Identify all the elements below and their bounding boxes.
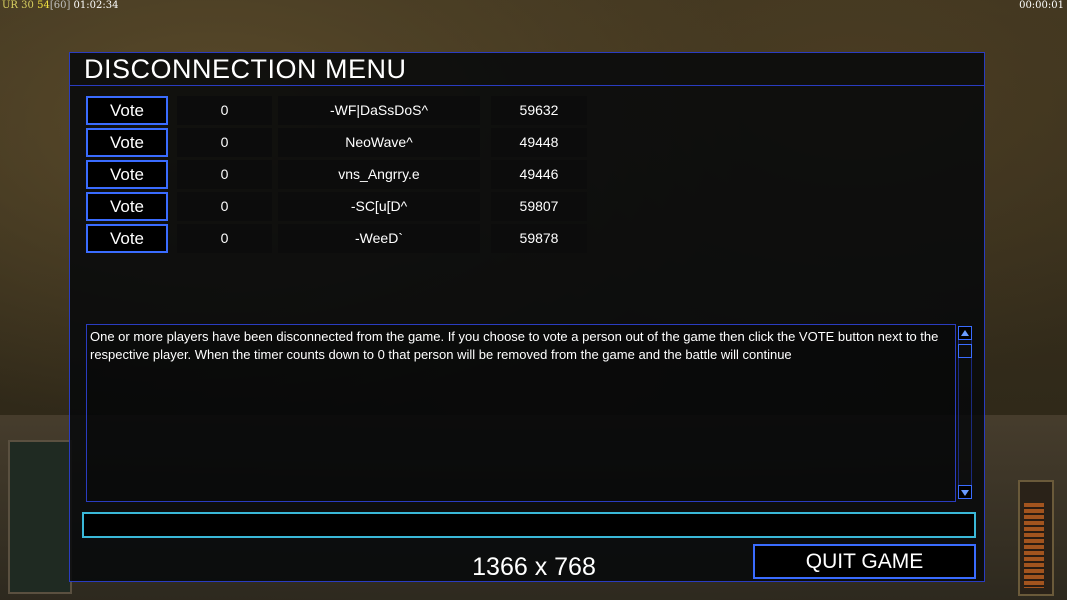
stat-value-b: 54 (37, 0, 50, 11)
vote-count: 0 (177, 128, 272, 157)
player-name: NeoWave^ (278, 128, 480, 157)
player-timer: 59878 (491, 224, 587, 253)
ur-label: UR (2, 0, 18, 11)
scroll-down-arrow-icon[interactable] (958, 485, 972, 499)
stat-value-a: 30 (21, 0, 34, 11)
quit-game-button[interactable]: QUIT GAME (753, 544, 976, 579)
vote-button[interactable]: Vote (86, 128, 168, 157)
game-hud-left-panel (8, 440, 72, 594)
player-row: Vote 0 -SC[u[D^ 59807 (70, 192, 670, 221)
vote-button[interactable]: Vote (86, 160, 168, 189)
disconnect-message: One or more players have been disconnect… (90, 329, 939, 362)
vote-button[interactable]: Vote (86, 224, 168, 253)
player-name: -SC[u[D^ (278, 192, 480, 221)
hud-stats: UR 30 54[60] 01:02:34 (2, 0, 118, 11)
message-box: One or more players have been disconnect… (86, 324, 956, 502)
vote-count: 0 (177, 192, 272, 221)
vote-count: 0 (177, 224, 272, 253)
scroll-up-arrow-icon[interactable] (958, 326, 972, 340)
player-row: Vote 0 -WeeD` 59878 (70, 224, 670, 253)
player-row: Vote 0 vns_Angrry.e 49446 (70, 160, 670, 189)
fps-counter: [60] (49, 0, 71, 11)
vote-button[interactable]: Vote (86, 96, 168, 125)
resolution-label: 1366 x 768 (472, 553, 596, 581)
power-meter-bars (1024, 503, 1044, 588)
player-name: -WeeD` (278, 224, 480, 253)
vote-count: 0 (177, 160, 272, 189)
player-timer: 49446 (491, 160, 587, 189)
player-timer: 49448 (491, 128, 587, 157)
elapsed-time: 01:02:34 (73, 0, 119, 11)
player-name: -WF|DaSsDoS^ (278, 96, 480, 125)
player-timer: 59632 (491, 96, 587, 125)
vote-button[interactable]: Vote (86, 192, 168, 221)
player-name: vns_Angrry.e (278, 160, 480, 189)
dialog-title: DISCONNECTION MENU (84, 54, 407, 84)
title-bar: DISCONNECTION MENU (70, 53, 984, 86)
scrollbar-thumb[interactable] (958, 344, 972, 358)
scrollbar-track[interactable] (958, 339, 972, 485)
player-timer: 59807 (491, 192, 587, 221)
disconnection-dialog: DISCONNECTION MENU Vote 0 -WF|DaSsDoS^ 5… (69, 52, 985, 582)
countdown-timer: 00:00:01 (1019, 0, 1064, 11)
chat-input[interactable] (82, 512, 976, 538)
player-row: Vote 0 NeoWave^ 49448 (70, 128, 670, 157)
vote-count: 0 (177, 96, 272, 125)
player-row: Vote 0 -WF|DaSsDoS^ 59632 (70, 96, 670, 125)
